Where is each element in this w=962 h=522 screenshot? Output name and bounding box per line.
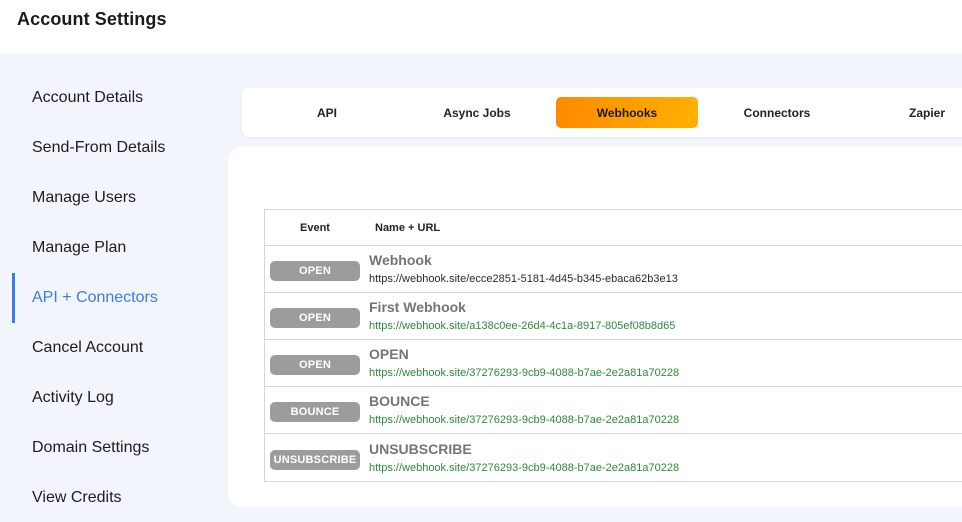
table-header: Event Name + URL	[265, 210, 962, 246]
webhook-url[interactable]: https://webhook.site/ecce2851-5181-4d45-…	[369, 272, 678, 286]
event-badge[interactable]: OPEN	[270, 355, 360, 375]
sidebar-item-cancel-account[interactable]: Cancel Account	[12, 323, 222, 373]
webhook-url[interactable]: https://webhook.site/37276293-9cb9-4088-…	[369, 413, 679, 427]
table-row: UNSUBSCRIBE UNSUBSCRIBE https://webhook.…	[265, 434, 962, 481]
table-row: OPEN OPEN https://webhook.site/37276293-…	[265, 340, 962, 387]
webhook-name: BOUNCE	[369, 393, 430, 409]
webhook-url[interactable]: https://webhook.site/37276293-9cb9-4088-…	[369, 461, 679, 475]
event-badge[interactable]: BOUNCE	[270, 402, 360, 422]
sidebar-item-activity-log[interactable]: Activity Log	[12, 373, 222, 423]
tab-api[interactable]: API	[256, 97, 398, 128]
webhook-name: UNSUBSCRIBE	[369, 440, 472, 457]
webhook-name: OPEN	[369, 346, 409, 362]
column-header-name-url: Name + URL	[375, 221, 441, 234]
table-row: OPEN First Webhook https://webhook.site/…	[265, 293, 962, 340]
sidebar-item-send-from-details[interactable]: Send-From Details	[12, 123, 222, 173]
webhook-name: First Webhook	[369, 299, 466, 315]
event-badge[interactable]: OPEN	[270, 261, 360, 281]
table-row: BOUNCE BOUNCE https://webhook.site/37276…	[265, 387, 962, 434]
sidebar-item-manage-users[interactable]: Manage Users	[12, 173, 222, 223]
event-badge[interactable]: OPEN	[270, 308, 360, 328]
tab-webhooks[interactable]: Webhooks	[556, 97, 698, 128]
sidebar-item-manage-plan[interactable]: Manage Plan	[12, 223, 222, 273]
column-header-event: Event	[300, 221, 330, 234]
table-row: OPEN Webhook https://webhook.site/ecce28…	[265, 246, 962, 293]
tab-connectors[interactable]: Connectors	[706, 97, 848, 128]
page-header: Account Settings	[0, 0, 962, 53]
event-badge[interactable]: UNSUBSCRIBE	[270, 449, 360, 470]
sidebar-item-domain-settings[interactable]: Domain Settings	[12, 423, 222, 473]
tab-async-jobs[interactable]: Async Jobs	[406, 97, 548, 128]
tabs-bar: API Async Jobs Webhooks Connectors Zapie…	[242, 88, 962, 137]
sidebar-item-view-credits[interactable]: View Credits	[12, 473, 222, 522]
tab-zapier[interactable]: Zapier	[856, 97, 962, 128]
webhooks-table: Event Name + URL OPEN Webhook https://we…	[264, 209, 962, 482]
webhook-url[interactable]: https://webhook.site/37276293-9cb9-4088-…	[369, 366, 679, 380]
sidebar-item-api-connectors[interactable]: API + Connectors	[12, 273, 222, 323]
webhook-name: Webhook	[369, 252, 432, 268]
sidebar-item-account-details[interactable]: Account Details	[12, 73, 222, 123]
webhook-url[interactable]: https://webhook.site/a138c0ee-26d4-4c1a-…	[369, 319, 675, 333]
page-title: Account Settings	[17, 9, 167, 29]
